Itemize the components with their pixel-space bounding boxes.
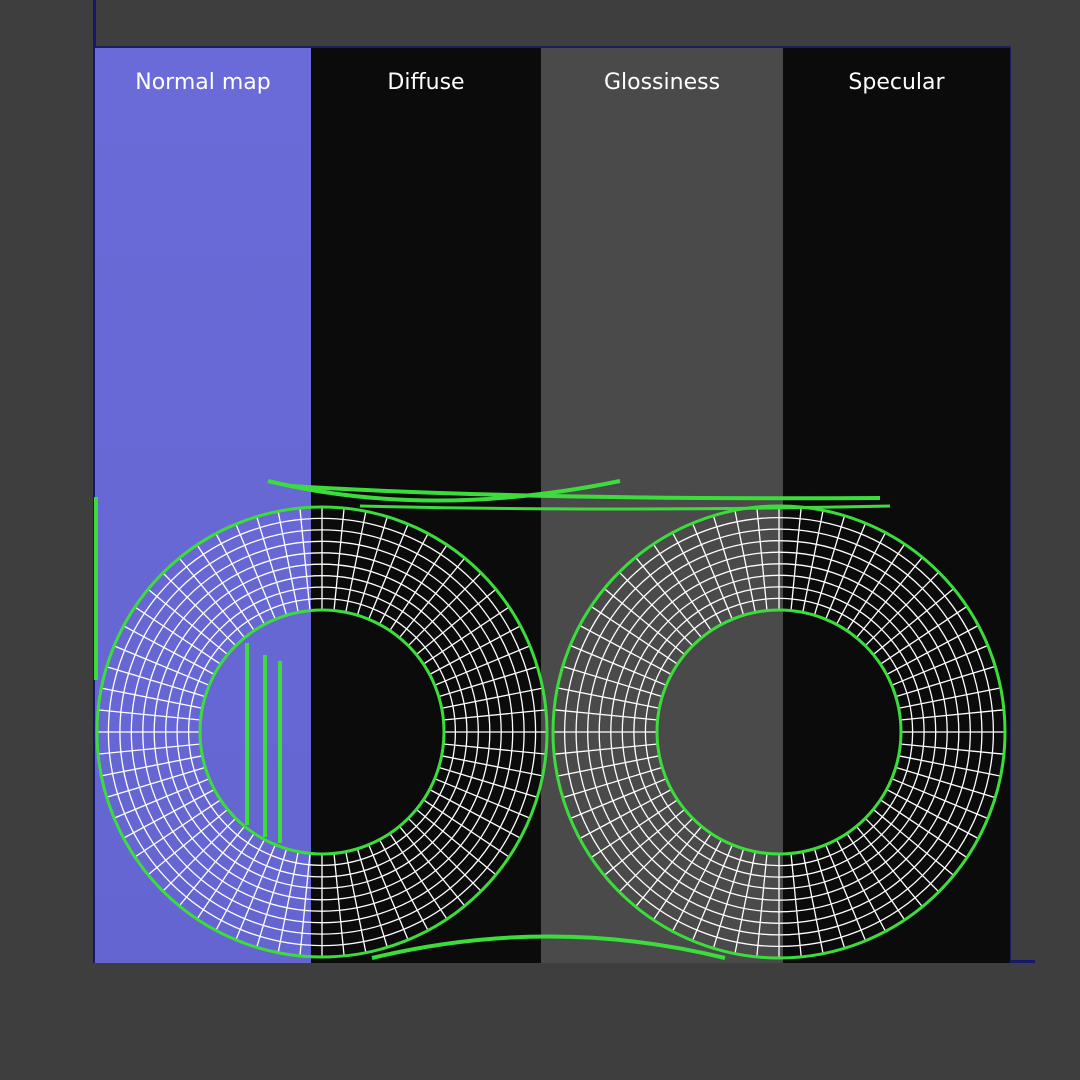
uv-wire-spokes (553, 506, 1005, 958)
uv-strip-top-c[interactable] (359, 504, 891, 511)
uv-wireframe-overlay[interactable] (0, 0, 1080, 1080)
uv-island-ring-left[interactable] (95, 505, 549, 959)
uv-strip-bottom[interactable] (371, 934, 726, 960)
uv-boundary-inner[interactable] (198, 608, 446, 856)
uv-boundary-inner[interactable] (655, 608, 903, 856)
uv-island-ring-right[interactable] (551, 504, 1007, 960)
uv-wire-spokes (97, 507, 547, 957)
uv-editor-viewport[interactable]: Normal map Diffuse Glossiness Specular (0, 0, 1080, 1080)
